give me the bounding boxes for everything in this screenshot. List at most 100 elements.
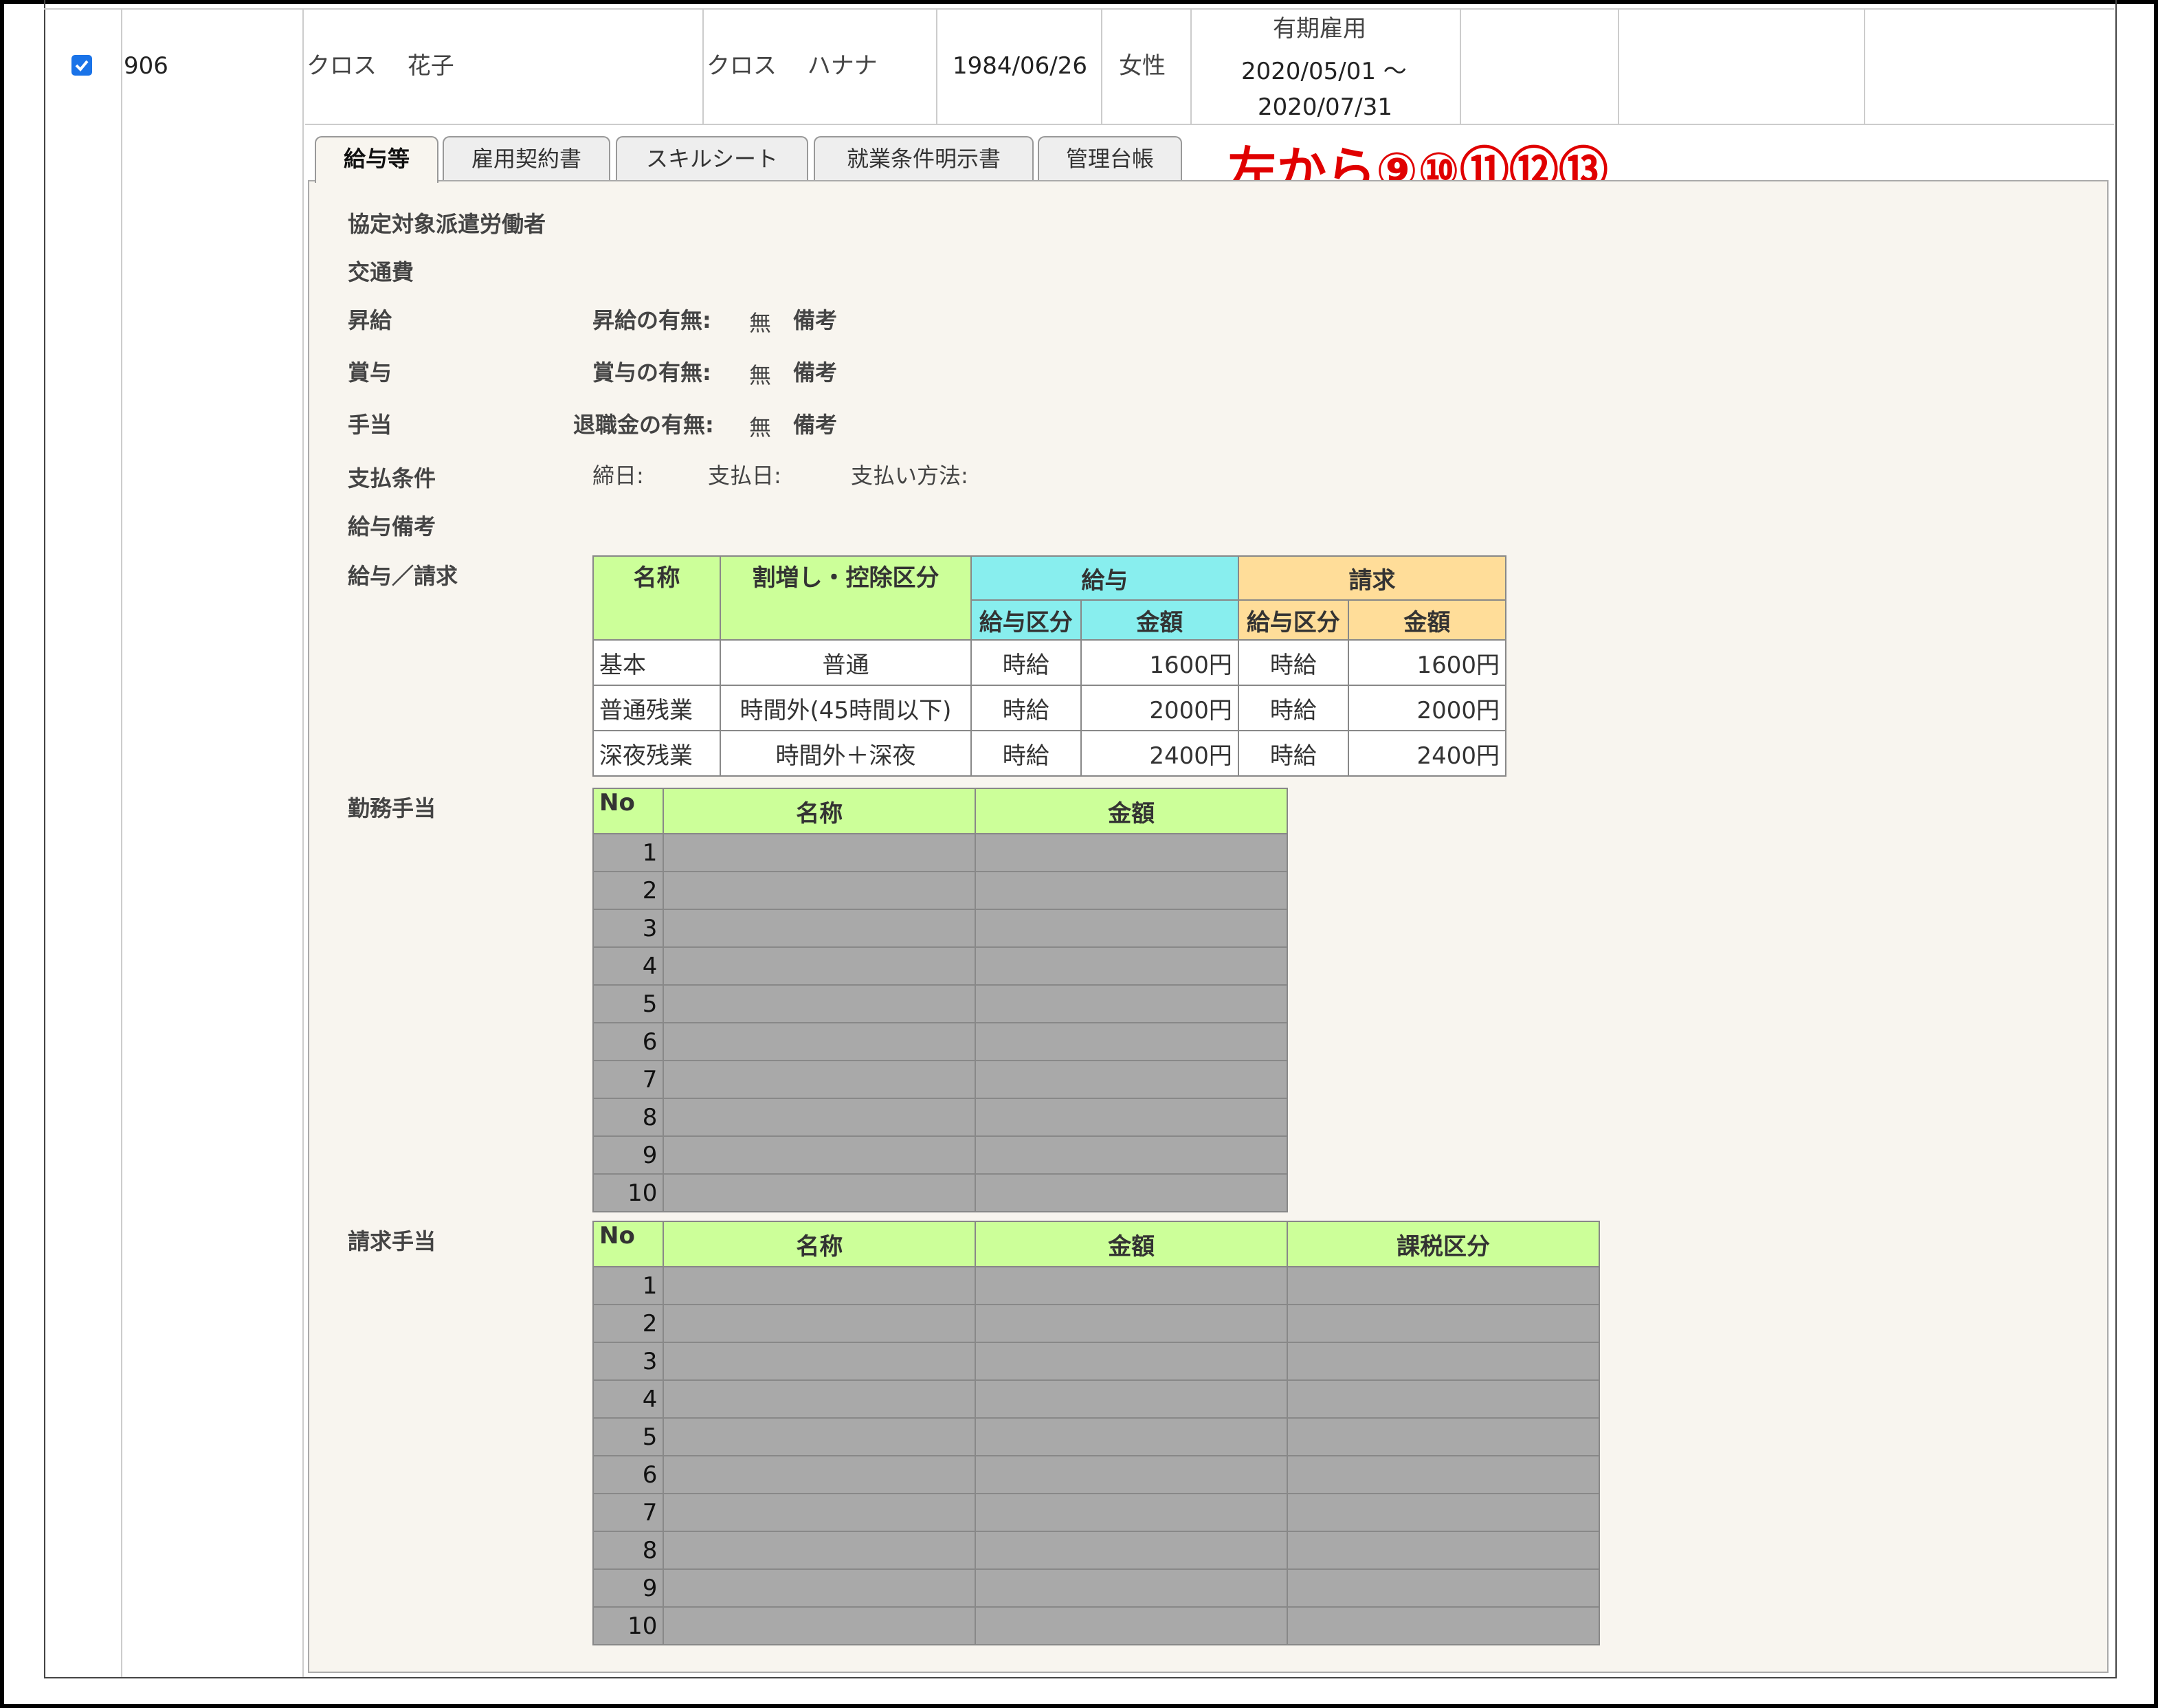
- grid-cell: [663, 1493, 977, 1532]
- label-shokyu: 昇給: [348, 307, 392, 333]
- tab-employment-contract[interactable]: 雇用契約書: [443, 136, 610, 180]
- col-header-amount: 金額: [975, 788, 1288, 834]
- table-row: 8: [592, 1098, 1288, 1137]
- grid-cell: [975, 1379, 1289, 1419]
- grid-cell: [975, 1417, 1289, 1456]
- tab-salary[interactable]: 給与等: [315, 136, 438, 183]
- shoyo-value: 無: [749, 362, 772, 388]
- kinmu-rows: 1 2 3 4 5 6 7 8 9 10: [592, 833, 1288, 1212]
- row-number: 2: [592, 871, 665, 910]
- col-header-seikyu: 請求: [1237, 555, 1507, 601]
- row-number: 7: [592, 1493, 665, 1532]
- row-number: 6: [592, 1022, 665, 1061]
- seikyu-rows: 1 2 3 4 5 6 7 8 9 10: [592, 1266, 1600, 1645]
- table-row: 基本 普通 時給 1600円 時給 1600円: [592, 639, 1507, 686]
- shoyo-label: 賞与の有無:: [592, 359, 711, 386]
- grid-cell: [1287, 1342, 1600, 1381]
- shokyu-label: 昇給の有無:: [592, 307, 711, 333]
- row-select-checkbox[interactable]: [71, 55, 92, 76]
- row-number: 3: [592, 909, 665, 948]
- col-header-tax: 課税区分: [1287, 1221, 1600, 1267]
- row-number: 7: [592, 1060, 665, 1099]
- grid-cell: [975, 909, 1288, 948]
- grid-cell: [663, 1135, 977, 1175]
- grid-cell: [1287, 1266, 1600, 1305]
- grid-cell: [663, 1379, 977, 1419]
- label-seikyu-teate: 請求手当: [348, 1228, 436, 1254]
- taishoku-label: 退職金の有無:: [573, 412, 714, 438]
- kinmu-teate-table: No 名称 金額 1 2 3 4 5 6 7 8 9 10: [592, 788, 1288, 1212]
- col-header-kubun: 割増し・控除区分: [720, 555, 972, 641]
- grid-cell: [663, 984, 977, 1023]
- col-divider: [1460, 8, 1461, 124]
- grid-cell: [975, 1098, 1288, 1137]
- grid-cell: [975, 1304, 1289, 1343]
- row-number: 8: [592, 1098, 665, 1137]
- period-end: 2020/07/31: [1258, 93, 1392, 121]
- grid-cell: [663, 1455, 977, 1494]
- table-row: 3: [592, 1342, 1600, 1381]
- tab-skill-sheet[interactable]: スキルシート: [616, 136, 808, 180]
- grid-cell: [975, 1022, 1288, 1061]
- grid-cell: [663, 1606, 977, 1645]
- tab-work-conditions[interactable]: 就業条件明示書: [814, 136, 1034, 180]
- table-row: 10: [592, 1173, 1288, 1212]
- checkmark-icon: [75, 60, 89, 71]
- table-row: 9: [592, 1135, 1288, 1175]
- row-id: 906: [124, 52, 168, 80]
- shiharaibi-label: 支払日:: [708, 463, 781, 489]
- grid-cell: [975, 871, 1288, 910]
- label-kyuyo-biko: 給与備考: [348, 513, 436, 540]
- row-number: 9: [592, 1135, 665, 1175]
- grid-cell: [975, 1455, 1289, 1494]
- row-number: 8: [592, 1531, 665, 1570]
- row-name: 普通残業: [592, 685, 722, 731]
- row-bottom-border: [305, 124, 2114, 125]
- table-row: 深夜残業 時間外＋深夜 時給 2400円 時給 2400円: [592, 730, 1507, 777]
- grid-cell: [1287, 1417, 1600, 1456]
- taishoku-value: 無: [749, 414, 772, 441]
- grid-cell: [975, 1531, 1289, 1570]
- grid-cell: [663, 1173, 977, 1212]
- col-divider: [1864, 8, 1865, 124]
- table-row: 4: [592, 946, 1288, 986]
- row-kyuyo-kubun: 時給: [970, 730, 1082, 777]
- col-divider: [936, 8, 937, 124]
- grid-cell: [1287, 1606, 1600, 1645]
- employee-name: クロス 花子: [307, 52, 454, 80]
- row-kyuyo-amount: 2400円: [1080, 730, 1239, 777]
- label-kyotei: 協定対象派遣労働者: [348, 211, 546, 237]
- label-kinmu-teate: 勤務手当: [348, 795, 436, 821]
- col-header-name: 名称: [663, 1221, 977, 1267]
- table-row: 10: [592, 1606, 1600, 1645]
- table-row: 3: [592, 909, 1288, 948]
- col-header-seikyu-kingaku: 金額: [1347, 599, 1507, 641]
- grid-cell: [663, 1060, 977, 1099]
- col-divider: [702, 8, 704, 124]
- row-number: 9: [592, 1568, 665, 1608]
- col-header-kyuyo: 給与: [970, 555, 1239, 601]
- grid-cell: [663, 946, 977, 986]
- row-kyuyo-amount: 1600円: [1080, 639, 1239, 686]
- table-row: 7: [592, 1060, 1288, 1099]
- grid-cell: [975, 1173, 1288, 1212]
- grid-cell: [663, 1417, 977, 1456]
- grid-cell: [975, 833, 1288, 872]
- grid-cell: [1287, 1531, 1600, 1570]
- col-divider: [302, 8, 304, 1677]
- grid-cell: [1287, 1379, 1600, 1419]
- row-name: 基本: [592, 639, 722, 686]
- label-kotsuhi: 交通費: [348, 259, 414, 285]
- row-seikyu-amount: 2000円: [1347, 685, 1507, 731]
- grid-cell: [1287, 1304, 1600, 1343]
- row-seikyu-amount: 2400円: [1347, 730, 1507, 777]
- col-divider: [1190, 8, 1192, 124]
- row-number: 10: [592, 1606, 665, 1645]
- row-number: 6: [592, 1455, 665, 1494]
- tab-management-ledger[interactable]: 管理台帳: [1038, 136, 1182, 180]
- table-row: 2: [592, 1304, 1600, 1343]
- row-number: 1: [592, 1266, 665, 1305]
- col-header-name: 名称: [663, 788, 977, 834]
- col-header-kyuyo-kingaku: 金額: [1080, 599, 1239, 641]
- grid-cell: [1287, 1568, 1600, 1608]
